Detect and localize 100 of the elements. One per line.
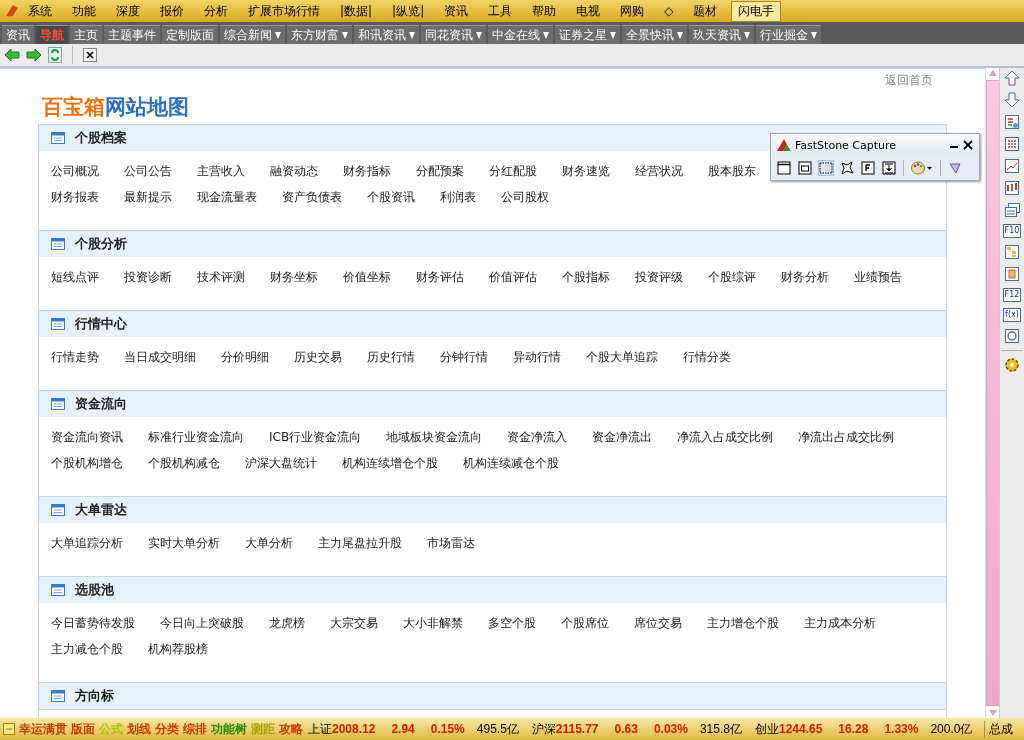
section-link[interactable]: 个股指标 (562, 269, 610, 287)
section-link[interactable]: 行情分类 (683, 349, 731, 367)
menu-item[interactable]: 资讯 (444, 2, 469, 20)
section-link[interactable]: 财务分析 (781, 269, 829, 287)
section-link[interactable]: 财务坐标 (270, 269, 318, 287)
section-link[interactable]: 资金净流出 (592, 429, 653, 447)
menu-item[interactable]: 电视 (576, 2, 601, 20)
section-link[interactable]: 资金流向资讯 (51, 429, 123, 447)
menu-item[interactable]: 题材 (693, 2, 718, 20)
section-link[interactable]: 主力成本分析 (804, 615, 876, 633)
section-link[interactable]: 主力增仓个股 (707, 615, 779, 633)
palette-icon[interactable] (911, 161, 933, 175)
windows-icon[interactable] (1004, 202, 1020, 218)
section-link[interactable]: 机构荐股榜 (148, 641, 208, 659)
section-link[interactable]: 异动行情 (513, 349, 561, 367)
back-arrow-icon[interactable] (4, 48, 20, 62)
line-chart-icon[interactable] (1004, 158, 1020, 174)
forward-arrow-icon[interactable] (26, 48, 42, 62)
caret-icon[interactable] (275, 31, 281, 39)
section-link[interactable]: 净流入占成交比例 (677, 429, 774, 447)
menu-item[interactable]: 分析 (204, 2, 228, 20)
circle-icon[interactable] (1004, 328, 1020, 344)
section-link[interactable]: 个股机构增仓 (51, 455, 123, 473)
menu-item[interactable]: 深度 (116, 2, 140, 20)
section-link[interactable]: 分钟行情 (440, 349, 488, 367)
section-link[interactable]: 资产负债表 (282, 189, 342, 207)
section-link[interactable]: 公司股权 (501, 189, 549, 207)
section-link[interactable]: 主力减仓个股 (51, 641, 123, 659)
section-link[interactable]: 现金流量表 (197, 189, 257, 207)
section-link[interactable]: 大宗交易 (330, 615, 378, 633)
caret-icon[interactable] (543, 31, 549, 39)
fullscreen-capture-icon[interactable] (861, 161, 875, 175)
section-link[interactable]: 多空个股 (488, 615, 536, 633)
function-key-button[interactable]: F12 (1002, 288, 1022, 302)
section-link[interactable]: 实时大单分析 (148, 535, 220, 553)
table-icon[interactable] (1004, 136, 1020, 152)
section-link[interactable]: 沪深大盘统计 (245, 455, 317, 473)
candlestick-icon[interactable] (1004, 180, 1020, 196)
section-link[interactable]: 席位交易 (634, 615, 682, 633)
section-link[interactable]: 财务评估 (416, 269, 464, 287)
caret-icon[interactable] (677, 31, 683, 39)
caret-icon[interactable] (744, 31, 750, 39)
section-link[interactable]: 价值坐标 (343, 269, 391, 287)
section-link[interactable]: 龙虎榜 (269, 615, 305, 633)
section-link[interactable]: 分红配股 (489, 163, 537, 181)
function-key-button[interactable]: f(x) (1003, 308, 1021, 322)
flash-trade-button[interactable]: 闪电手 (731, 0, 782, 22)
up-arrow-icon[interactable] (1004, 70, 1020, 86)
nav-tab[interactable]: 和讯资讯 (354, 25, 419, 44)
section-link[interactable]: 财务指标 (343, 163, 391, 181)
nav-tab[interactable]: 东方财富 (287, 25, 352, 44)
section-link[interactable]: 短线点评 (51, 269, 99, 287)
section-link[interactable]: 大单追踪分析 (51, 535, 123, 553)
nav-tab[interactable]: 定制版面 (162, 25, 218, 44)
back-home-link[interactable]: 返回首页 (885, 72, 933, 89)
section-link[interactable]: 分配预案 (416, 163, 464, 181)
window-capture-icon[interactable] (777, 161, 791, 175)
section-link[interactable]: 公司概况 (51, 163, 99, 181)
menu-item[interactable]: 帮助 (532, 2, 557, 20)
caret-icon[interactable] (476, 31, 482, 39)
caret-icon[interactable] (610, 31, 616, 39)
section-link[interactable]: 融资动态 (270, 163, 318, 181)
section-link[interactable]: 今日向上突破股 (160, 615, 244, 633)
refresh-icon[interactable] (48, 47, 62, 63)
section-link[interactable]: 财务报表 (51, 189, 99, 207)
menu-item[interactable]: ◇ (664, 4, 674, 18)
nav-tab[interactable]: 中金在线 (488, 25, 553, 44)
menu-item[interactable]: 功能 (72, 2, 96, 20)
nav-tab[interactable]: 同花资讯 (421, 25, 486, 44)
panel-icon[interactable] (3, 723, 15, 735)
section-link[interactable]: 今日蓄势待发股 (51, 615, 135, 633)
section-link[interactable]: 大单分析 (245, 535, 293, 553)
freehand-capture-icon[interactable] (840, 161, 854, 175)
section-link[interactable]: 机构连续增仓个股 (342, 455, 438, 473)
section-link[interactable]: 主营收入 (197, 163, 245, 181)
section-link[interactable]: 个股大单追踪 (586, 349, 658, 367)
menu-item[interactable]: 报价 (160, 2, 184, 20)
section-link[interactable]: 投资评级 (635, 269, 683, 287)
section-link[interactable]: 市场雷达 (427, 535, 475, 553)
nav-tab[interactable]: 综合新闻 (220, 25, 285, 44)
section-link[interactable]: 最新提示 (124, 189, 172, 207)
menu-item[interactable]: 系统 (28, 2, 52, 20)
nav-tab[interactable]: 主题事件 (104, 25, 160, 44)
section-link[interactable]: 资金净流入 (507, 429, 568, 447)
caret-icon[interactable] (409, 31, 415, 39)
section-link[interactable]: 大小非解禁 (403, 615, 463, 633)
section-link[interactable]: 分价明细 (221, 349, 269, 367)
menu-item[interactable]: |数据| (340, 2, 373, 20)
nav-tab[interactable]: 证券之星 (555, 25, 620, 44)
section-link[interactable]: 投资诊断 (124, 269, 172, 287)
section-link[interactable]: 个股综评 (708, 269, 756, 287)
nav-tab[interactable]: 主页 (70, 25, 102, 44)
close-icon[interactable] (963, 140, 973, 150)
section-link[interactable]: ICB行业资金流向 (269, 429, 362, 447)
section-link[interactable]: 股本股东 (708, 163, 756, 181)
section-link[interactable]: 行情走势 (51, 349, 99, 367)
section-link[interactable]: 净流出占成交比例 (798, 429, 895, 447)
section-link[interactable]: 公司公告 (124, 163, 172, 181)
section-link[interactable]: 利润表 (440, 189, 476, 207)
close-icon[interactable] (83, 48, 97, 62)
